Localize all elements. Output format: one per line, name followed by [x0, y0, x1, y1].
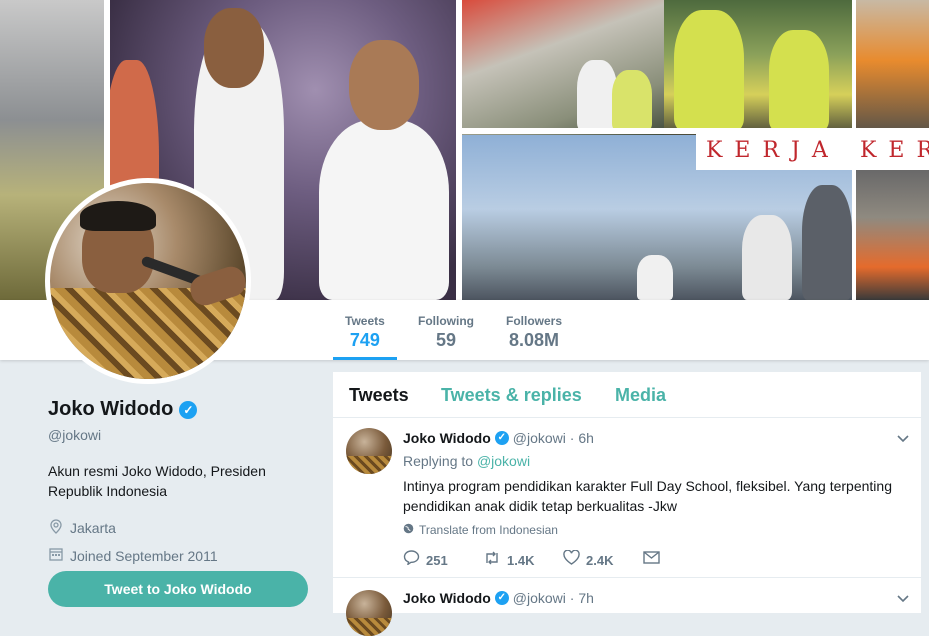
- stat-value: 749: [349, 330, 380, 350]
- replying-to-link[interactable]: @jokowi: [477, 453, 530, 469]
- retweet-icon: [483, 551, 501, 570]
- tweet-avatar[interactable]: [346, 590, 392, 636]
- verified-badge-icon: ✓: [494, 591, 509, 605]
- envelope-icon: [643, 551, 660, 569]
- profile-name-row: Joko Widodo ✓: [48, 398, 198, 421]
- chevron-down-icon[interactable]: [897, 432, 909, 446]
- stat-following[interactable]: Following 59: [418, 314, 474, 351]
- stat-tweets[interactable]: Tweets 749: [333, 314, 397, 360]
- tweet-handle-time[interactable]: @jokowi · 6h: [513, 430, 594, 446]
- globe-icon: [403, 523, 414, 537]
- chevron-down-icon[interactable]: [897, 592, 909, 606]
- reply-button[interactable]: 251: [403, 550, 483, 570]
- stat-value: 59: [435, 330, 457, 350]
- tweet-header: Joko Widodo ✓ @jokowi · 7h: [403, 590, 594, 606]
- retweet-button[interactable]: 1.4K: [483, 550, 563, 570]
- direct-message-button[interactable]: [643, 550, 723, 570]
- reply-icon: [403, 550, 420, 570]
- banner-photo-5: [856, 0, 929, 135]
- like-count: 2.4K: [586, 552, 614, 568]
- banner-slogan: KERJA: [706, 138, 840, 163]
- tweet-text: Intinya program pendidikan karakter Full…: [403, 478, 892, 514]
- tweet-avatar[interactable]: [346, 428, 392, 474]
- tweet-to-button[interactable]: Tweet to Joko Widodo: [48, 571, 308, 607]
- profile-handle[interactable]: @jokowi: [48, 427, 318, 443]
- stat-value: 8.08M: [508, 330, 560, 350]
- location-text: Jakarta: [70, 520, 116, 536]
- retweet-count: 1.4K: [507, 552, 535, 568]
- replying-to: Replying to @jokowi: [403, 453, 530, 469]
- heart-icon: [563, 549, 580, 570]
- translate-label: Translate from Indonesian: [419, 523, 558, 537]
- stat-label: Followers: [506, 314, 563, 328]
- profile-avatar[interactable]: [45, 178, 251, 384]
- banner-photo-4: [664, 0, 852, 135]
- stat-label: Tweets: [345, 314, 385, 328]
- tweet-author-name[interactable]: Joko Widodo: [403, 430, 491, 446]
- tab-media[interactable]: Media: [615, 385, 666, 406]
- banner-divider: [456, 0, 462, 300]
- timeline-tabs: Tweets Tweets & replies Media: [333, 372, 921, 418]
- joined-text: Joined September 2011: [70, 547, 218, 564]
- profile-bio: Akun resmi Joko Widodo, Presiden Republi…: [48, 463, 266, 499]
- tab-tweets[interactable]: Tweets: [349, 385, 409, 406]
- tweet-author-name[interactable]: Joko Widodo: [403, 590, 491, 606]
- like-button[interactable]: 2.4K: [563, 549, 643, 570]
- stat-followers[interactable]: Followers 8.08M: [506, 314, 562, 351]
- profile-name[interactable]: Joko Widodo: [48, 398, 173, 421]
- timeline: Tweets Tweets & replies Media Joko Widod…: [333, 372, 921, 636]
- translate-link[interactable]: Translate from Indonesian: [403, 523, 558, 537]
- calendar-icon: [48, 547, 64, 564]
- reply-count: 251: [426, 552, 448, 568]
- tweet-item[interactable]: Joko Widodo ✓ @jokowi · 7h: [333, 578, 921, 636]
- tab-tweets-replies[interactable]: Tweets & replies: [441, 385, 582, 406]
- tweet-item[interactable]: Joko Widodo ✓ @jokowi · 6h Replying to @…: [333, 418, 921, 578]
- tweet-handle-time[interactable]: @jokowi · 7h: [513, 590, 594, 606]
- banner-slogan: KER: [860, 138, 929, 163]
- stat-label: Following: [418, 314, 474, 328]
- replying-label: Replying to: [403, 453, 474, 469]
- verified-badge-icon: ✓: [494, 431, 509, 445]
- verified-badge-icon: ✓: [179, 400, 198, 419]
- profile-joined: Joined September 2011: [48, 547, 318, 564]
- tweet-actions: 251 1.4K 2.4K: [403, 549, 723, 570]
- tweet-header: Joko Widodo ✓ @jokowi · 6h: [403, 430, 594, 446]
- profile-card: Joko Widodo ✓ @jokowi Akun resmi Joko Wi…: [48, 398, 318, 564]
- profile-location: Jakarta: [48, 519, 318, 537]
- location-pin-icon: [48, 519, 64, 537]
